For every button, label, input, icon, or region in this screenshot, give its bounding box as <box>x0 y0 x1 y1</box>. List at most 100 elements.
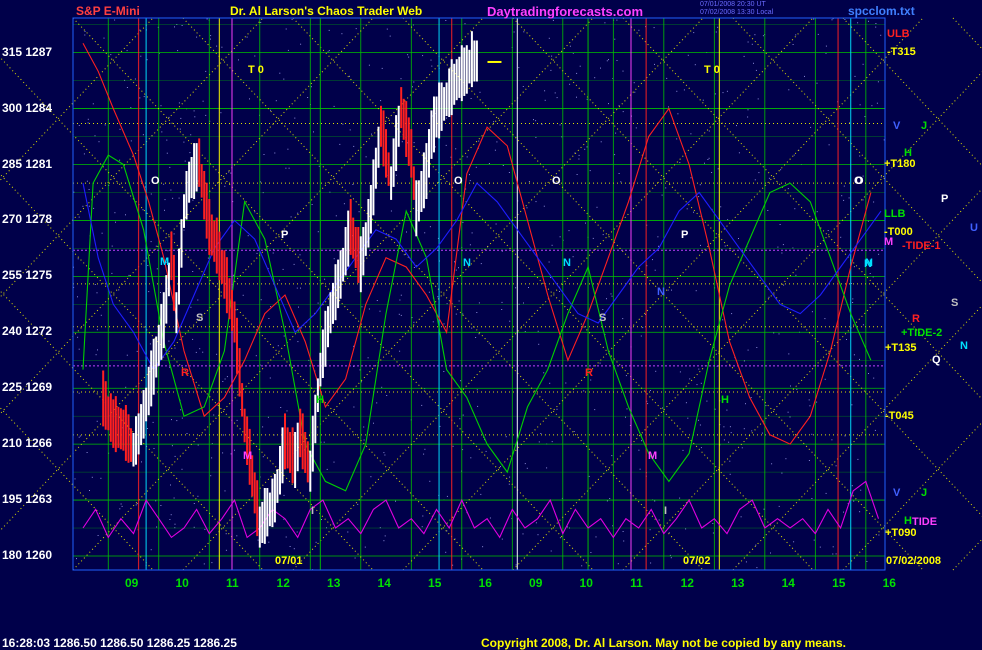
x-tick-label: 13 <box>327 576 341 590</box>
star-dot <box>579 65 581 67</box>
timestamp-line-2: 07/02/2008 13:30 Local <box>700 9 774 16</box>
star-dot <box>475 337 477 338</box>
star-dot <box>412 86 413 88</box>
star-dot <box>78 392 80 394</box>
star-dot <box>689 378 691 380</box>
star-dot <box>880 176 882 178</box>
star-dot <box>544 99 546 101</box>
star-dot <box>462 414 464 416</box>
star-dot <box>423 453 425 455</box>
star-dot <box>615 132 617 134</box>
star-dot <box>299 254 301 256</box>
star-dot <box>146 428 148 429</box>
x-tick-label: 09 <box>125 576 139 590</box>
star-dot <box>501 250 503 252</box>
star-dot <box>437 296 439 298</box>
star-dot <box>730 432 732 434</box>
star-dot <box>715 31 717 33</box>
star-dot <box>723 426 725 428</box>
star-dot <box>639 468 641 470</box>
star-dot <box>424 448 426 450</box>
star-dot <box>178 102 180 104</box>
star-dot <box>119 128 121 130</box>
star-dot <box>796 388 798 390</box>
star-dot <box>183 141 185 143</box>
star-dot <box>671 289 672 291</box>
star-dot <box>222 381 224 382</box>
star-dot <box>537 330 539 332</box>
star-dot <box>795 274 797 276</box>
star-dot <box>236 419 238 421</box>
right-label: J <box>921 120 928 132</box>
right-label: V <box>893 120 901 132</box>
star-dot <box>765 405 767 407</box>
right-label: J <box>921 487 928 499</box>
star-dot <box>413 267 415 268</box>
star-dot <box>745 561 747 563</box>
star-dot <box>617 563 619 565</box>
star-dot <box>714 93 716 95</box>
star-dot <box>169 519 171 520</box>
star-dot <box>743 55 745 57</box>
star-dot <box>616 60 618 61</box>
star-dot <box>462 449 464 451</box>
right-label: -T045 <box>885 410 914 422</box>
star-dot <box>256 252 258 254</box>
planet-marker: S <box>599 312 607 324</box>
star-dot <box>831 439 833 441</box>
star-dot <box>160 105 162 107</box>
star-dot <box>831 19 833 21</box>
star-dot <box>285 28 287 30</box>
star-dot <box>136 350 138 352</box>
star-dot <box>196 36 198 38</box>
star-dot <box>408 56 410 58</box>
star-dot <box>762 35 764 37</box>
star-dot <box>594 77 596 79</box>
star-dot <box>729 473 731 475</box>
star-dot <box>810 126 812 128</box>
x-tick-label: 11 <box>226 576 239 590</box>
star-dot <box>670 557 672 559</box>
star-dot <box>285 167 287 169</box>
star-dot <box>156 526 158 528</box>
star-dot <box>399 299 401 301</box>
star-dot <box>781 472 783 474</box>
star-dot <box>283 494 285 496</box>
star-dot <box>782 244 784 246</box>
star-dot <box>654 269 656 271</box>
star-dot <box>274 152 276 154</box>
star-dot <box>495 223 497 225</box>
star-dot <box>432 321 434 323</box>
star-dot <box>87 122 89 124</box>
star-dot <box>488 163 490 164</box>
star-dot <box>333 105 335 107</box>
star-dot <box>502 165 504 166</box>
star-dot <box>724 245 726 247</box>
star-dot <box>843 185 845 187</box>
star-dot <box>658 519 660 521</box>
star-dot <box>445 551 447 553</box>
star-dot <box>700 382 702 384</box>
star-dot <box>221 46 223 48</box>
star-dot <box>84 34 86 36</box>
star-dot <box>76 558 77 560</box>
star-dot <box>384 454 386 456</box>
star-dot <box>793 541 795 543</box>
right-label: N <box>960 340 968 352</box>
star-dot <box>781 252 783 254</box>
star-dot <box>594 409 596 411</box>
site-link[interactable]: Daytradingforecasts.com <box>487 4 643 19</box>
star-dot <box>708 130 710 132</box>
star-dot <box>181 468 183 470</box>
star-dot <box>353 406 355 408</box>
star-dot <box>100 314 102 316</box>
star-dot <box>559 291 560 292</box>
right-label: Q <box>932 354 941 366</box>
star-dot <box>459 418 461 420</box>
star-dot <box>257 539 259 541</box>
star-dot <box>620 181 622 183</box>
star-dot <box>595 536 597 538</box>
star-dot <box>77 258 79 260</box>
star-dot <box>479 91 481 93</box>
star-dot <box>606 500 608 502</box>
